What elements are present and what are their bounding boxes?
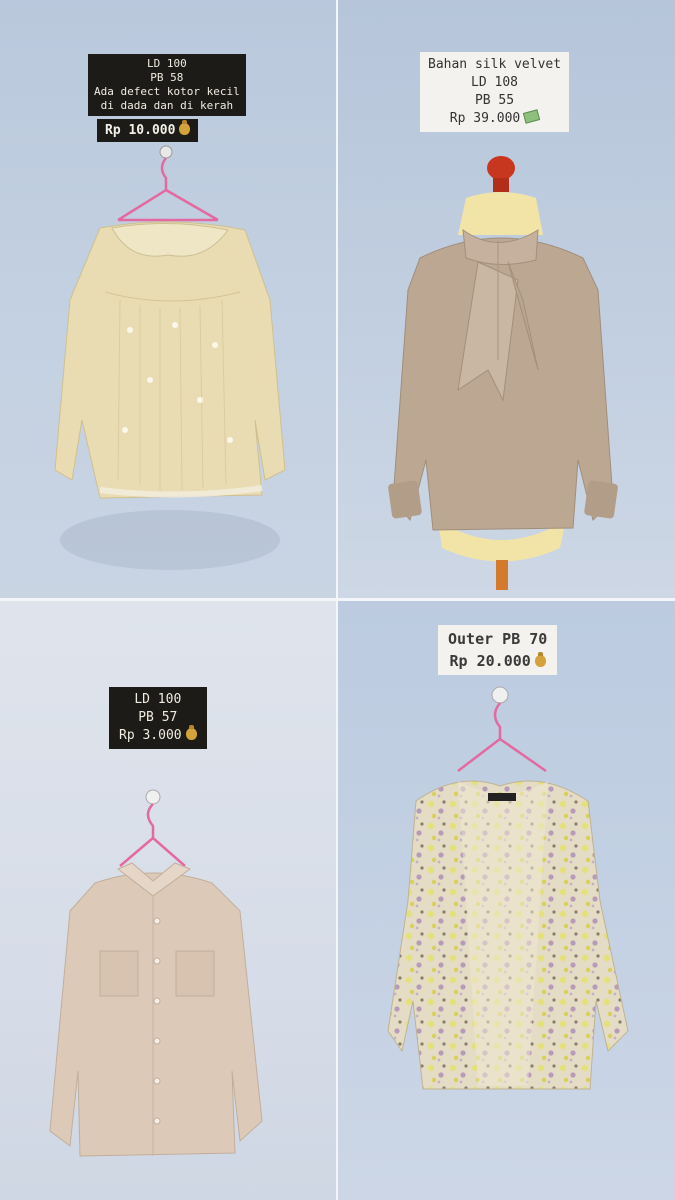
tag-line: Rp 39.000: [428, 109, 561, 128]
tag-line: LD 100: [134, 692, 182, 707]
money-bag-icon: [534, 652, 546, 667]
tag-line: Rp 3.000: [119, 725, 197, 745]
description-tag: Bahan silk velvet LD 108 PB 55 Rp 39.000: [420, 52, 570, 132]
price-label: Rp 3.000: [119, 728, 182, 743]
size-note-tag: LD 100 PB 58 Ada defect kotor kecil di d…: [88, 54, 246, 116]
tag-line: di dada dan di kerah: [100, 99, 234, 112]
price-label: Rp 39.000: [449, 111, 521, 126]
product-panel-3[interactable]: LD 100 PB 57 Rp 3.000: [0, 601, 336, 1200]
money-with-wings-icon: [523, 109, 541, 124]
tag-line: PB 55: [474, 93, 515, 108]
tag-line: Outer PB 70: [448, 630, 548, 648]
tag-line: PB 58: [150, 71, 184, 84]
tag-line: LD 108: [471, 75, 519, 90]
money-bag-icon: [185, 725, 197, 740]
price-tag: Rp 10.000: [97, 119, 199, 142]
product-panel-2[interactable]: Bahan silk velvet LD 108 PB 55 Rp 39.000: [338, 0, 675, 598]
size-price-tag: LD 100 PB 57 Rp 3.000: [109, 687, 207, 749]
price-label: Rp 20.000: [449, 652, 531, 670]
product-grid: LD 100 PB 58 Ada defect kotor kecil di d…: [0, 0, 675, 1200]
tag-line: LD 100: [146, 57, 187, 70]
tag-line: PB 57: [138, 710, 178, 725]
product-panel-4[interactable]: Outer PB 70 Rp 20.000: [338, 601, 675, 1200]
tag-line: Bahan silk velvet: [428, 57, 562, 72]
outer-tag: Outer PB 70 Rp 20.000: [438, 625, 558, 675]
tag-line: Rp 20.000: [448, 650, 547, 672]
product-panel-1[interactable]: LD 100 PB 58 Ada defect kotor kecil di d…: [0, 0, 336, 598]
price-label: Rp 10.000: [105, 123, 176, 138]
grid-divider-horizontal: [0, 598, 675, 601]
money-bag-icon: [179, 120, 191, 135]
floral-outer-image: [387, 686, 629, 1090]
tag-line: Ada defect kotor kecil: [94, 85, 240, 98]
